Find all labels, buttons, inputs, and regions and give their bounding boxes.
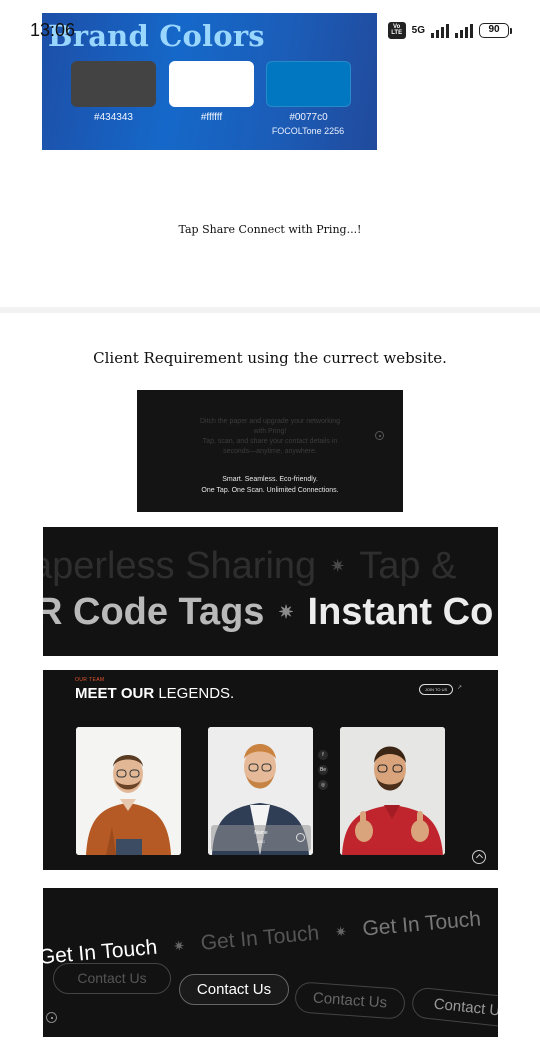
contact-us-button[interactable]: Contact Us [179, 974, 289, 1005]
sparkle-icon: ✷ [330, 556, 346, 576]
battery-icon: 90 [479, 23, 512, 38]
facebook-icon[interactable]: f [318, 750, 328, 760]
scroll-up-button[interactable] [472, 850, 486, 864]
target-icon [375, 431, 384, 440]
status-icons: Vo LTE 5G 90 [387, 22, 512, 39]
contact-screenshot: Contact Us Get In Touch ✷ Get In Touch ✷… [43, 888, 498, 1037]
marquee-text: Instant Co [307, 591, 494, 633]
brand-colors-image: Brand Colors #434343 #ffffff #0077c0 FOC… [42, 13, 377, 150]
join-button[interactable]: JOIN TO US [419, 684, 453, 695]
swatch-white [169, 61, 254, 107]
hero-faded-text: Ditch the paper and upgrade your network… [199, 418, 341, 455]
dribbble-icon[interactable]: ◎ [318, 780, 328, 790]
sparkle-icon: ✷ [278, 602, 294, 622]
team-title: MEET OUR LEGENDS. [75, 685, 235, 702]
behance-icon[interactable]: Be [318, 765, 328, 775]
status-time: 13:06 [30, 20, 76, 40]
brand-title: Brand Colors [48, 19, 265, 53]
swatch-blue [266, 61, 351, 107]
tagline: Tap Share Connect with Pring...! [178, 223, 362, 236]
network-type: 5G [411, 24, 425, 36]
get-in-touch-text: Get In Touch [199, 921, 321, 955]
team-screenshot: OUR TEAM MEET OUR LEGENDS. JOIN TO US ↗ [43, 670, 498, 870]
team-card[interactable] [340, 727, 445, 855]
signal-icon [431, 23, 449, 38]
team-card[interactable] [76, 727, 181, 855]
swatch-label: #434343 [94, 112, 133, 123]
signal-icon-2 [455, 23, 473, 38]
sparkle-icon: ✷ [172, 936, 186, 954]
team-card[interactable]: Name ABC [208, 727, 313, 855]
marquee-text: R Code Tags [43, 591, 265, 633]
contact-us-ghost: Contact Us [294, 981, 406, 1020]
get-in-touch-marquee: Get In Touch ✷ Get In Touch ✷ Get In Tou… [43, 901, 498, 970]
swatch-label: #0077c0 [289, 112, 328, 123]
arrow-button[interactable] [296, 833, 305, 842]
person-photo [76, 727, 181, 855]
contact-us-ghost: Contact U [410, 986, 498, 1029]
arrow-icon: ↗ [457, 685, 463, 691]
swatch-label: #ffffff [200, 112, 223, 123]
marquee-text: aperless Sharing [43, 545, 317, 587]
divider [0, 307, 540, 313]
requirement-heading: Client Requirement using the currect web… [93, 349, 447, 367]
social-links: f Be ◎ [316, 750, 330, 790]
marquee-screenshot: aperless Sharing ✷ Tap & R Code Tags ✷ I… [43, 527, 498, 656]
target-icon [46, 1012, 57, 1023]
swatch-dark [71, 61, 156, 107]
marquee-row: R Code Tags ✷ Instant Co [43, 591, 493, 634]
marquee-text: Tap & [359, 545, 457, 587]
swatch-sub-label: FOCOLTone 2256 [271, 126, 345, 136]
battery-level: 90 [479, 23, 509, 38]
volte-icon: Vo LTE [387, 22, 406, 39]
team-eyebrow: OUR TEAM [75, 677, 105, 683]
member-overlay: Name ABC [211, 825, 311, 851]
contact-us-ghost: Contact Us [53, 963, 171, 994]
get-in-touch-text: Get In Touch [361, 907, 482, 941]
hero-strong-text: Smart. Seamless. Eco-friendly. One Tap. … [201, 476, 339, 494]
hero-screenshot: Ditch the paper and upgrade your network… [137, 390, 403, 512]
person-photo [340, 727, 445, 855]
marquee-row: aperless Sharing ✷ Tap & [43, 545, 456, 588]
sparkle-icon: ✷ [334, 922, 348, 940]
